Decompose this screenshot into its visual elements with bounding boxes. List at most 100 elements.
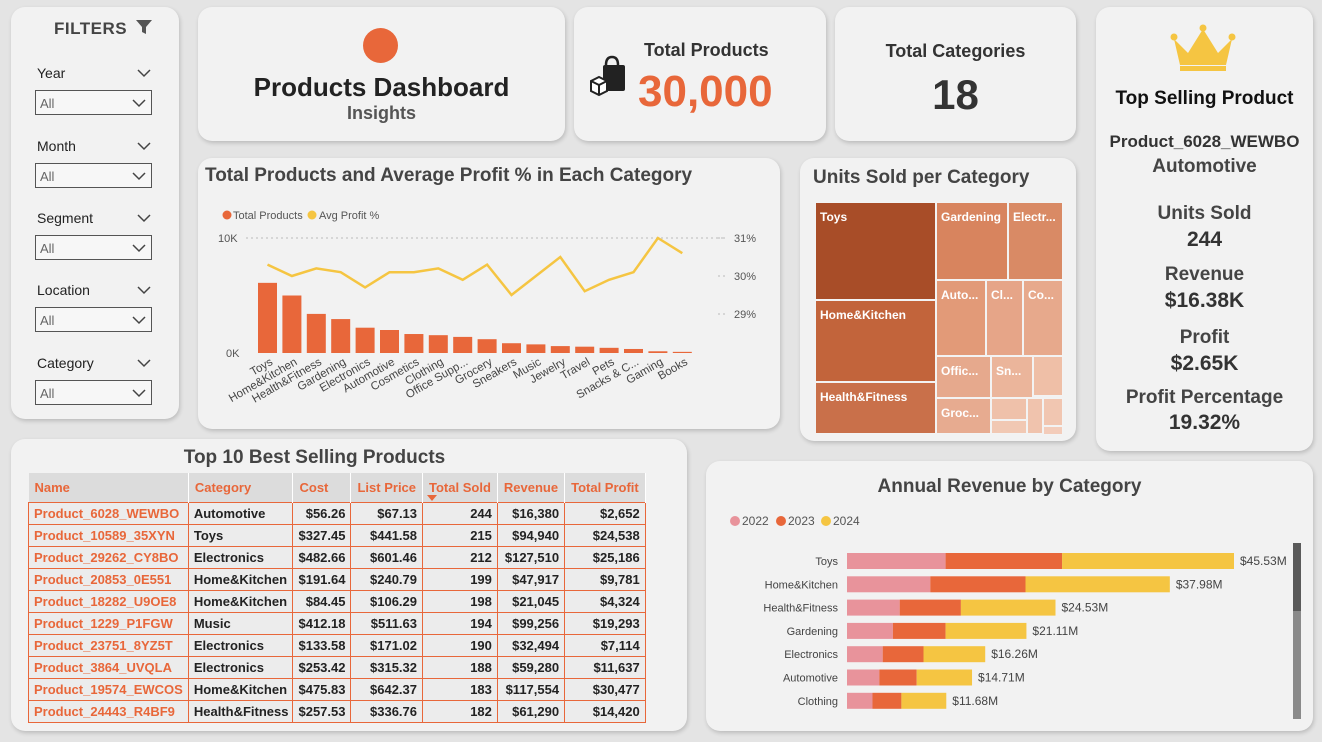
title-card: Products Dashboard Insights — [198, 7, 565, 141]
treemap-cell[interactable] — [1043, 398, 1063, 426]
bar-segment-2022[interactable] — [847, 669, 880, 686]
table-row[interactable]: Product_10589_35XYN Toys $327.45 $441.58 215… — [28, 524, 646, 547]
bar-segment-2022[interactable] — [847, 692, 873, 709]
bar-total-products[interactable] — [331, 319, 351, 353]
bar-segment-2024[interactable] — [1025, 576, 1170, 593]
treemap-cell-auto-[interactable]: Auto... — [936, 280, 986, 356]
filter-select-location[interactable]: All — [35, 307, 152, 332]
kpi-total-categories: Total Categories 18 — [835, 7, 1076, 141]
treemap-cell-co-[interactable]: Co... — [1023, 280, 1063, 356]
bar-total-products[interactable] — [306, 313, 326, 353]
treemap-cell-health-fitness[interactable]: Health&Fitness — [815, 382, 936, 434]
bar-segment-2024[interactable] — [960, 599, 1056, 616]
column-header-total-sold[interactable]: Total Sold — [422, 473, 498, 503]
treemap-cell-home-kitchen[interactable]: Home&Kitchen — [815, 300, 936, 382]
chevron-down-icon[interactable] — [137, 68, 151, 78]
bar-segment-2023[interactable] — [945, 553, 1063, 569]
bar-segment-2022[interactable] — [847, 622, 893, 639]
sort-desc-icon[interactable] — [427, 495, 438, 501]
bar-total-products[interactable] — [282, 295, 302, 354]
table-row[interactable]: Product_3864_UVQLA Electronics $253.42 $315… — [28, 656, 646, 679]
annual-revenue-title: Annual Revenue by Category — [877, 476, 1142, 497]
treemap: Toys Home&Kitchen Health&Fitness Gardening E… — [815, 202, 1063, 435]
table-row[interactable]: Product_20853_0E551 Home&Kitchen $191.64 $2… — [28, 568, 646, 591]
table-cell: 182 — [422, 700, 498, 723]
bar-segment-2023[interactable] — [879, 669, 917, 686]
bar-segment-2024[interactable] — [945, 622, 1027, 639]
kpi-categories-value: 18 — [932, 71, 979, 118]
treemap-cell[interactable] — [1027, 398, 1043, 434]
bar-segment-2022[interactable] — [847, 553, 946, 569]
bar-segment-2023[interactable] — [899, 599, 961, 616]
bar-total-products[interactable] — [502, 343, 521, 353]
top10-table: Name Category Cost List Price Total Sold Reve… — [28, 473, 646, 723]
bar-total-products[interactable] — [575, 346, 595, 353]
column-header-name[interactable]: Name — [28, 473, 189, 503]
treemap-cell-toys[interactable]: Toys — [815, 202, 936, 300]
column-header-list-price[interactable]: List Price — [350, 473, 424, 503]
bar-segment-2022[interactable] — [847, 599, 900, 616]
bar-segment-2023[interactable] — [872, 692, 902, 709]
table-row[interactable]: Product_19574_EWCOS Home&Kitchen $475.83 $6… — [28, 678, 646, 701]
table-row[interactable]: Product_18282_U9OE8 Home&Kitchen $84.45 $10… — [28, 590, 646, 613]
bar-segment-2024[interactable] — [901, 692, 947, 709]
table-row[interactable]: Product_6028_WEWBO Automotive $56.26 $67.13… — [28, 502, 646, 525]
table-cell: $67.13 — [350, 502, 424, 525]
treemap-cell[interactable] — [991, 398, 1027, 420]
bar-total-products[interactable] — [672, 351, 692, 353]
bar-segment-2023[interactable] — [892, 622, 946, 639]
bar-total-products[interactable] — [648, 351, 668, 353]
column-header-cost[interactable]: Cost — [292, 473, 352, 503]
treemap-cell[interactable] — [1033, 356, 1063, 396]
bar-total-products[interactable] — [355, 327, 375, 353]
bar-segment-2024[interactable] — [916, 669, 973, 686]
chevron-down-icon[interactable] — [137, 213, 151, 223]
legend-total-products: Total Products — [233, 210, 303, 222]
table-row[interactable]: Product_1229_P1FGW Music $412.18 $511.63 194… — [28, 612, 646, 635]
bar-total-products[interactable] — [599, 347, 619, 353]
treemap-cell-offic-[interactable]: Offic... — [936, 356, 991, 398]
filter-select-month[interactable]: All — [35, 163, 152, 188]
filter-select-category[interactable]: All — [35, 380, 152, 405]
bar-total-products[interactable] — [380, 330, 399, 353]
chevron-down-icon[interactable] — [137, 358, 151, 368]
bar-total-products[interactable] — [453, 336, 473, 353]
bar-total-products[interactable] — [404, 334, 424, 353]
bar-segment-2024[interactable] — [923, 646, 986, 663]
column-header-revenue[interactable]: Revenue — [497, 473, 566, 503]
bar-segment-2023[interactable] — [930, 576, 1026, 593]
bar-segment-2024[interactable] — [1062, 553, 1234, 569]
table-row[interactable]: Product_29262_CY8BO Electronics $482.66 $60… — [28, 546, 646, 569]
bar-total-products[interactable] — [526, 344, 546, 353]
scrollbar[interactable] — [1293, 543, 1301, 719]
bar-total-products[interactable] — [550, 346, 570, 353]
column-header-total-profit[interactable]: Total Profit — [564, 473, 646, 503]
treemap-cell-electr-[interactable]: Electr... — [1008, 202, 1063, 280]
bar-segment-2022[interactable] — [847, 576, 931, 593]
bar-segment-2023[interactable] — [882, 646, 924, 663]
filter-select-year[interactable]: All — [35, 90, 152, 115]
table-row[interactable]: Product_23751_8YZ5T Electronics $133.58 $17… — [28, 634, 646, 657]
scrollbar-thumb[interactable] — [1293, 543, 1301, 611]
bar-total-products[interactable] — [624, 348, 643, 353]
column-header-category[interactable]: Category — [188, 473, 294, 503]
table-cell: $642.37 — [350, 678, 424, 701]
treemap-cell-gardening[interactable]: Gardening — [936, 202, 1008, 280]
y-left-tick: 0K — [226, 348, 240, 360]
bar-total-products[interactable] — [428, 335, 448, 353]
treemap-cell-groc-[interactable]: Groc... — [936, 398, 991, 434]
table-row[interactable]: Product_24443_R4BF9 Health&Fitness $257.53… — [28, 700, 646, 723]
chevron-down-icon[interactable] — [137, 285, 151, 295]
chevron-down-icon[interactable] — [137, 141, 151, 151]
treemap-cell[interactable] — [1043, 426, 1063, 435]
bar-segment-2022[interactable] — [847, 646, 883, 663]
table-cell: 190 — [422, 634, 498, 657]
treemap-cell-cl-[interactable]: Cl... — [986, 280, 1023, 356]
treemap-cell[interactable] — [991, 420, 1027, 434]
bar-total-products[interactable] — [477, 339, 497, 353]
treemap-cell-sn-[interactable]: Sn... — [991, 356, 1033, 398]
treemap-cell-label: Sn... — [996, 364, 1022, 378]
bar-total-products[interactable] — [258, 282, 277, 353]
units-sold-label: Units Sold — [1157, 203, 1252, 224]
filter-select-segment[interactable]: All — [35, 235, 152, 260]
